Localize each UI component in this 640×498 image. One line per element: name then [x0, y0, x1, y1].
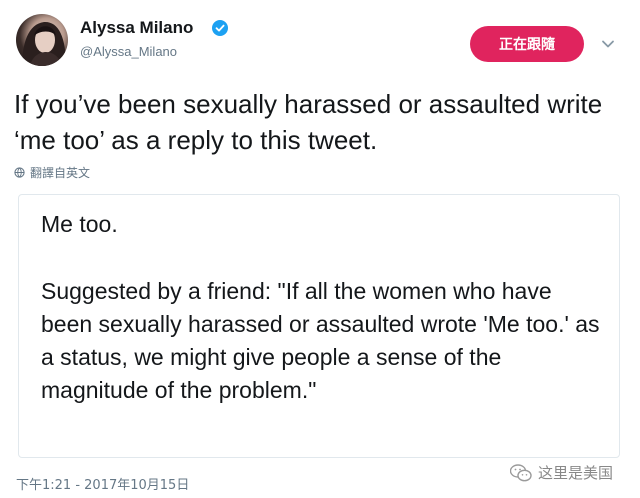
author-name[interactable]: Alyssa Milano: [80, 18, 193, 38]
translate-label: 翻譯自英文: [30, 166, 91, 180]
quoted-content-card: Me too. Suggested by a friend: "If all t…: [18, 194, 620, 458]
watermark-text: 这里是美国: [538, 464, 614, 482]
tweet-card: Alyssa Milano @Alyssa_Milano 正在跟隨 If you…: [0, 0, 640, 498]
following-button[interactable]: 正在跟隨: [470, 26, 584, 62]
profile-photo-icon: [22, 21, 66, 66]
tweet-timestamp[interactable]: 下午1:21 - 2017年10月15日: [16, 474, 189, 493]
author-handle[interactable]: @Alyssa_Milano: [80, 44, 177, 59]
wechat-icon: [510, 463, 532, 481]
quote-first-line: Me too.: [41, 211, 118, 237]
verified-badge-icon: [212, 20, 228, 36]
author-avatar[interactable]: [16, 14, 68, 66]
quote-body-text: Suggested by a friend: "If all the women…: [41, 278, 600, 403]
tweet-text: If you’ve been sexually harassed or assa…: [14, 89, 603, 155]
translate-link[interactable]: 翻譯自英文: [14, 164, 90, 181]
chevron-down-icon[interactable]: [600, 36, 616, 52]
wechat-watermark: 这里是美国: [510, 462, 613, 483]
globe-icon: [14, 167, 25, 178]
